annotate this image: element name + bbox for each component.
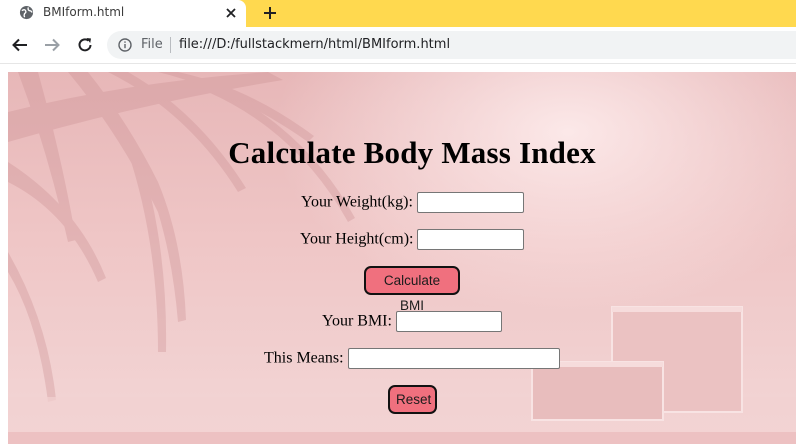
height-input[interactable]: [417, 228, 525, 250]
address-bar[interactable]: File file:///D:/fullstackmern/html/BMIfo…: [107, 31, 796, 59]
arrow-right-icon[interactable]: [43, 36, 61, 54]
page-viewport: Calculate Body Mass Index Your Weight(kg…: [8, 72, 796, 444]
info-icon[interactable]: [118, 38, 132, 52]
plus-icon[interactable]: [261, 4, 279, 22]
globe-icon: [19, 5, 34, 20]
bmi-form: Calculate Body Mass Index Your Weight(kg…: [8, 72, 796, 444]
url-text[interactable]: file:///D:/fullstackmern/html/BMIform.ht…: [179, 37, 450, 52]
reset-button[interactable]: Reset: [388, 385, 437, 414]
bmi-row: Your BMI:: [322, 310, 502, 332]
meaning-output[interactable]: [347, 347, 560, 369]
height-row: Your Height(cm):: [300, 228, 525, 250]
page-title: Calculate Body Mass Index: [228, 135, 596, 170]
browser-tab[interactable]: BMIform.html: [0, 0, 246, 27]
tab-title: BMIform.html: [43, 5, 125, 19]
address-separator: [170, 37, 171, 53]
meaning-row: This Means:: [264, 347, 560, 369]
url-scheme-label: File: [141, 37, 163, 52]
arrow-left-icon[interactable]: [11, 36, 29, 54]
reload-icon[interactable]: [76, 36, 94, 54]
weight-label: Your Weight(kg):: [301, 193, 413, 211]
calculate-bmi-button[interactable]: Calculate BMI: [364, 266, 460, 313]
weight-input[interactable]: [416, 191, 524, 213]
weight-row: Your Weight(kg):: [301, 191, 524, 213]
browser-toolbar: File file:///D:/fullstackmern/html/BMIfo…: [0, 27, 796, 64]
bmi-output[interactable]: [395, 310, 502, 332]
bmi-label: Your BMI:: [322, 312, 392, 330]
close-icon[interactable]: [224, 6, 238, 20]
height-label: Your Height(cm):: [300, 230, 414, 248]
meaning-label: This Means:: [264, 349, 344, 367]
tab-strip: BMIform.html: [0, 0, 796, 27]
